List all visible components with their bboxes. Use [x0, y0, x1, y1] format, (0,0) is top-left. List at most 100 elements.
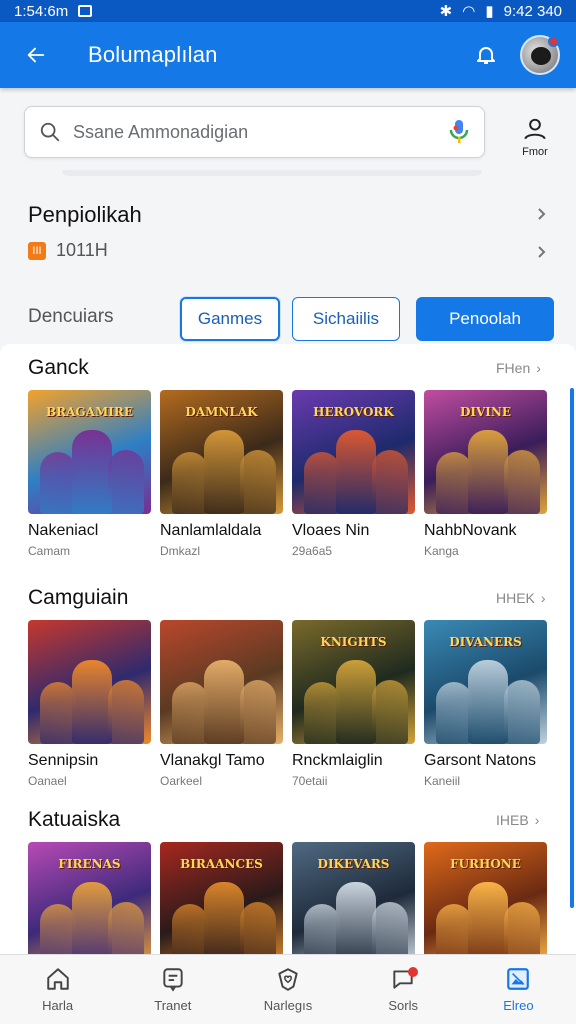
signal-icon: ▮ [485, 3, 494, 20]
profile-button[interactable]: Fmor [506, 110, 564, 164]
game-logo: DIKEVARS [317, 857, 390, 871]
game-logo: DIVINE [459, 405, 512, 419]
nav-label: Elreo [503, 998, 534, 1013]
nav-item-narlegis[interactable]: Narlegıs [230, 955, 345, 1024]
avatar[interactable] [520, 35, 560, 75]
character-figure [436, 904, 472, 954]
game-card[interactable]: DIVINE NahbNovank Kanga [424, 390, 547, 558]
game-thumbnail: FIRENAS [28, 842, 151, 954]
nav-label: Harla [42, 998, 74, 1013]
character-figure [504, 680, 540, 744]
featured-section[interactable]: Penpiolikah III 1011H [0, 182, 576, 292]
game-title: Nakeniacl [28, 522, 99, 539]
game-thumbnail: DAMNLAK [160, 390, 283, 514]
notification-dot [548, 36, 559, 47]
card-row: Sennipsin Oanael Vlanakgl Tamo Oarkeel KNIGH… [28, 620, 547, 788]
bottom-nav: Harla Tranet Narlegıs Sorls Elreo [0, 954, 576, 1024]
character-figure [108, 680, 144, 744]
nav-label: Tranet [154, 998, 192, 1013]
character-figure [204, 882, 244, 954]
game-thumbnail [28, 620, 151, 744]
character-figure [204, 430, 244, 514]
search-bar[interactable]: Ssane Ammonadigian [24, 106, 485, 158]
filter-label: Dencuiars [28, 306, 114, 327]
chevron-right-icon[interactable] [534, 206, 550, 222]
character-figure [240, 902, 276, 954]
see-more-label: HHEK [496, 590, 535, 606]
game-card[interactable]: FURHONE [424, 842, 547, 954]
game-card[interactable]: FIRENAS [28, 842, 151, 954]
mic-icon[interactable] [448, 118, 470, 146]
game-thumbnail: BIRAANCES [160, 842, 283, 954]
search-icon [40, 122, 60, 142]
see-more-link[interactable]: FHen › [496, 360, 541, 376]
game-card[interactable]: HEROVORK Vloaes Nin 29a6a5 [292, 390, 415, 558]
game-subtitle: Kanga [424, 544, 459, 558]
game-logo: DAMNLAK [185, 405, 258, 419]
nav-item-sorls[interactable]: Sorls [346, 955, 461, 1024]
game-thumbnail: DIVANERS [424, 620, 547, 744]
bell-icon [477, 47, 495, 64]
character-figure [504, 902, 540, 954]
game-card[interactable]: DIVANERS Garsont Natons Kaneiil [424, 620, 547, 788]
section-subline-text: 1011H [56, 240, 108, 260]
character-figure [108, 902, 144, 954]
character-figure [336, 660, 376, 744]
game-title: Rnckmlaiglin [292, 752, 383, 769]
game-card[interactable]: Vlanakgl Tamo Oarkeel [160, 620, 283, 788]
game-subtitle: Kaneiil [424, 774, 461, 788]
app-bar: Bolumaplılan [0, 22, 576, 88]
game-thumbnail: DIVINE [424, 390, 547, 514]
character-figure [336, 882, 376, 954]
game-title: Nanlamlaldala [160, 522, 262, 539]
game-card[interactable]: BIRAANCES [160, 842, 283, 954]
status-time-left: 1:54:6m [14, 2, 69, 20]
notifications-button[interactable] [466, 35, 506, 75]
game-card[interactable]: DAMNLAK Nanlamlaldala Dmkazl [160, 390, 283, 558]
character-figure [336, 430, 376, 514]
game-subtitle: Dmkazl [160, 544, 201, 558]
notification-icon [78, 5, 93, 17]
nav-item-tranet[interactable]: Tranet [115, 955, 230, 1024]
character-figure [468, 430, 508, 514]
game-logo: BIRAANCES [180, 857, 263, 871]
user-icon [524, 118, 546, 140]
see-more-link[interactable]: IHEB › [496, 812, 539, 828]
character-figure [372, 680, 408, 744]
scrollbar[interactable] [570, 388, 574, 908]
card-row: BRAGAMIRE Nakeniacl Camam DAMNLAK Nanlamlald… [28, 390, 547, 558]
game-title: Vlanakgl Tamo [160, 752, 265, 769]
character-figure [468, 660, 508, 744]
game-logo: FIRENAS [58, 857, 121, 871]
game-card[interactable]: DIKEVARS [292, 842, 415, 954]
game-title: NahbNovank [424, 522, 517, 539]
character-figure [172, 452, 208, 514]
game-subtitle: 29a6a5 [292, 544, 333, 558]
game-card[interactable]: BRAGAMIRE Nakeniacl Camam [28, 390, 151, 558]
game-logo: DIVANERS [449, 635, 522, 649]
search-input[interactable]: Ssane Ammonadigian [73, 122, 248, 143]
game-logo: KNIGHTS [320, 635, 387, 649]
card-row: FIRENAS BIRAANCES DIKEVARS FURHONE [28, 842, 547, 954]
nav-item-elreo[interactable]: Elreo [461, 955, 576, 1024]
filter-chip-third[interactable]: Penoolah [416, 297, 554, 341]
filter-chip-second[interactable]: Sichaiilis [292, 297, 400, 341]
game-title: Vloaes Nin [292, 522, 370, 539]
character-figure [504, 450, 540, 514]
see-more-link[interactable]: HHEK › [496, 590, 546, 606]
chevron-right-icon[interactable] [534, 244, 550, 260]
character-figure [304, 682, 340, 744]
game-card[interactable]: KNIGHTS Rnckmlaiglin 70etaii [292, 620, 415, 788]
nav-item-home[interactable]: Harla [0, 955, 115, 1024]
character-figure [240, 450, 276, 514]
section-badge-icon: III [28, 241, 46, 260]
filter-chip-games[interactable]: Ganmes [180, 297, 280, 341]
back-button[interactable] [16, 35, 56, 75]
game-subtitle: Camam [28, 544, 71, 558]
avatar-image [531, 47, 551, 65]
content-panel: Ganck FHen › BRAGAMIRE Nakeniacl Camam DAMNL… [0, 344, 576, 954]
game-card[interactable]: Sennipsin Oanael [28, 620, 151, 788]
shield-heart-icon [278, 968, 298, 991]
game-thumbnail: HEROVORK [292, 390, 415, 514]
character-figure [436, 452, 472, 514]
